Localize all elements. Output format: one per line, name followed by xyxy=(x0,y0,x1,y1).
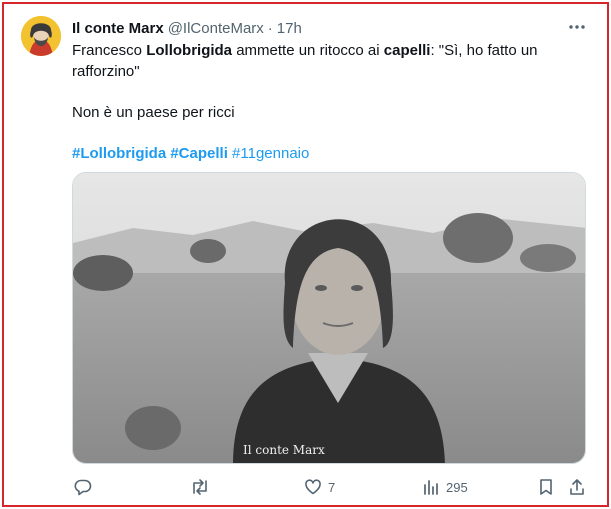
separator-dot: · xyxy=(267,19,273,37)
share-button[interactable] xyxy=(568,476,586,498)
hashtag-lollobrigida[interactable]: #Lollobrigida xyxy=(72,145,166,162)
heart-icon xyxy=(304,478,322,496)
avatar[interactable] xyxy=(21,16,61,56)
tweet-actions: 7 295 xyxy=(72,476,588,498)
tweet-text: Francesco Lollobrigida ammette un ritocc… xyxy=(72,40,582,164)
bookmark-button[interactable] xyxy=(538,476,554,498)
bold-lollobrigida: Lollobrigida xyxy=(146,42,233,59)
bookmark-icon xyxy=(538,478,554,496)
views-count: 295 xyxy=(446,479,468,495)
like-button[interactable]: 7 xyxy=(304,476,335,498)
timestamp[interactable]: 17h xyxy=(277,20,302,37)
tweet[interactable]: Il conte Marx @IlConteMarx · 17h Frances… xyxy=(0,0,611,509)
tweet-text-line1: Francesco Lollobrigida ammette un ritocc… xyxy=(72,42,538,80)
reply-icon xyxy=(74,478,92,496)
more-options-icon[interactable] xyxy=(566,17,588,37)
like-count: 7 xyxy=(328,479,336,495)
image-watermark: Il conte Marx xyxy=(243,443,325,457)
tweet-image[interactable]: Il conte Marx xyxy=(72,172,586,464)
retweet-icon xyxy=(190,478,210,496)
views-chart-icon xyxy=(422,478,440,496)
retweet-button[interactable] xyxy=(190,476,216,498)
views-button[interactable]: 295 xyxy=(422,476,468,498)
bold-capelli: capelli xyxy=(383,42,431,59)
reply-button[interactable] xyxy=(74,476,98,498)
tweet-text-line2: Non è un paese per ricci xyxy=(72,104,235,121)
share-icon xyxy=(568,478,586,496)
hashtags: #Lollobrigida #Capelli #11gennaio xyxy=(72,143,582,164)
tweet-header: Il conte Marx @IlConteMarx · 17h xyxy=(72,19,302,37)
hashtag-11gennaio[interactable]: #11gennaio xyxy=(232,145,309,162)
author-handle[interactable]: @IlConteMarx xyxy=(168,20,264,37)
hashtag-capelli[interactable]: #Capelli xyxy=(170,145,228,162)
author-name[interactable]: Il conte Marx xyxy=(72,20,164,37)
